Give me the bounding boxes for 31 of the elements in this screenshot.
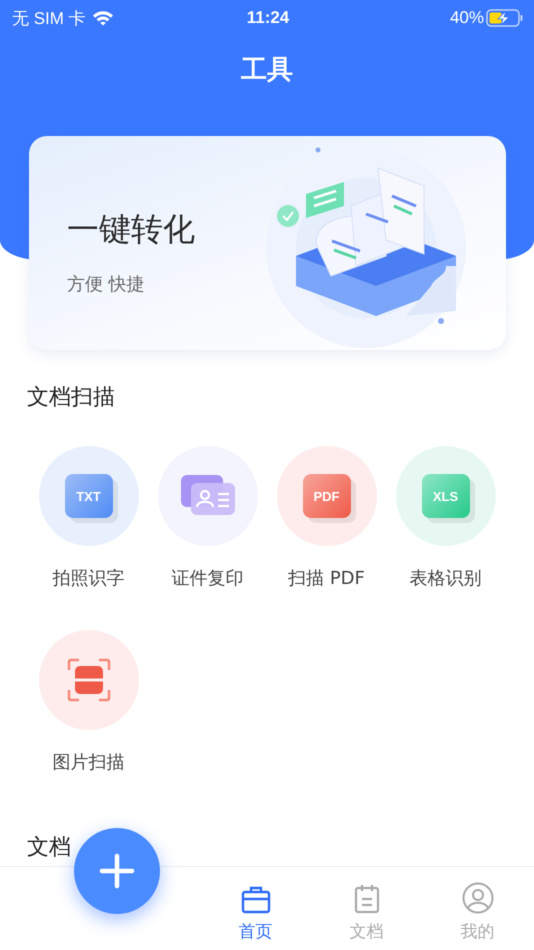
banner-subtitle: 方便 快捷 bbox=[67, 273, 146, 296]
briefcase-icon bbox=[240, 886, 270, 914]
id-card-icon bbox=[180, 475, 234, 517]
carrier-text: 无 SIM 卡 bbox=[12, 8, 86, 30]
section-title: 文档 bbox=[27, 834, 72, 862]
file-type-label: XLS bbox=[432, 488, 458, 504]
tool-button[interactable]: TXT bbox=[38, 446, 138, 546]
banner-title: 一键转化 bbox=[67, 209, 195, 250]
scan-icon bbox=[66, 658, 110, 702]
battery-percent: 40% bbox=[450, 8, 484, 28]
file-type-label: TXT bbox=[76, 488, 101, 504]
section-title: 文档扫描 bbox=[27, 384, 116, 412]
plus-icon bbox=[99, 853, 135, 889]
tool-label: 图片扫描 bbox=[52, 751, 124, 774]
tab[interactable]: 文档 bbox=[311, 867, 422, 950]
document-icon bbox=[354, 884, 380, 914]
tab[interactable]: 首页 bbox=[200, 867, 311, 950]
tool-label: 扫描 PDF bbox=[288, 567, 365, 590]
add-button[interactable] bbox=[74, 828, 160, 914]
tool-button[interactable]: PDF bbox=[276, 446, 376, 546]
clock-text: 11:24 bbox=[246, 8, 290, 28]
tab[interactable]: 我的 bbox=[422, 867, 533, 950]
page-title: 工具 bbox=[240, 54, 294, 87]
tool-label: 拍照识字 bbox=[52, 567, 124, 590]
tool-label: 证件复印 bbox=[172, 567, 244, 590]
wifi-icon bbox=[92, 10, 114, 26]
tool-button[interactable]: XLS bbox=[396, 446, 496, 546]
banner-card[interactable]: 一键转化 方便 快捷 bbox=[29, 136, 506, 350]
tool-label: 表格识别 bbox=[410, 567, 482, 590]
user-icon bbox=[462, 882, 494, 914]
file-type-label: PDF bbox=[314, 488, 340, 504]
